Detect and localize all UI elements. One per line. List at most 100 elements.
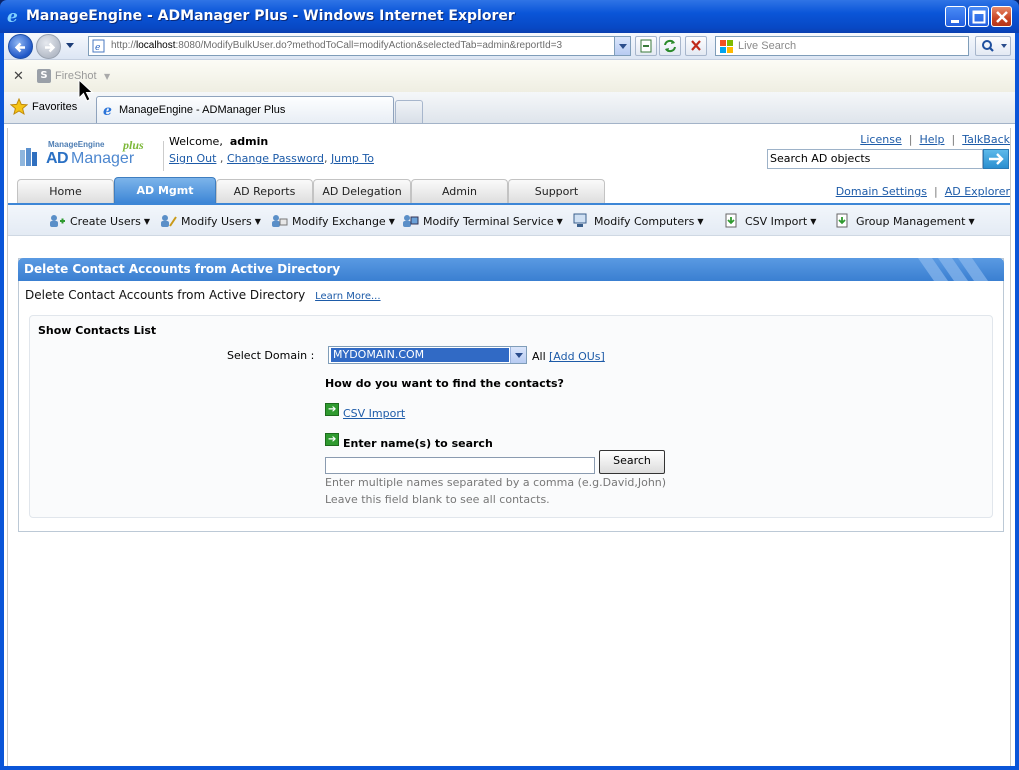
arrow-right-icon [989, 153, 1004, 165]
stop-button[interactable] [685, 36, 707, 56]
ie-logo-icon: e [7, 7, 18, 24]
page-icon: e [92, 39, 105, 53]
help-link[interactable]: Help [919, 133, 944, 146]
chevron-down-icon [619, 44, 627, 49]
favorites-label: Favorites [32, 101, 78, 113]
compatibility-icon [640, 39, 652, 53]
forward-button[interactable] [36, 34, 61, 59]
browser-tab-bar: Favorites e ManageEngine - ADManager Plu… [4, 92, 1015, 124]
ad-explorer-link[interactable]: AD Explorer [945, 185, 1010, 198]
navigation-bar: e http://localhost:8080/ModifyBulkUser.d… [4, 33, 1015, 60]
close-toolbar-icon[interactable]: ✕ [13, 69, 24, 84]
tab-ad-delegation[interactable]: AD Delegation [313, 179, 411, 203]
logo-separator [163, 141, 164, 171]
sign-out-link[interactable]: Sign Out [169, 152, 216, 165]
change-password-link[interactable]: Change Password [227, 152, 324, 165]
logo-mark-icon [20, 148, 37, 166]
window-titlebar: e ManageEngine - ADManager Plus - Window… [0, 0, 1019, 33]
recent-pages-dropdown-icon[interactable] [65, 42, 75, 50]
refresh-icon [664, 39, 676, 53]
domain-select[interactable]: MYDOMAIN.COM [328, 346, 527, 364]
logo-brand: ManageEngine [48, 140, 105, 149]
menu-create-users[interactable]: Create Users ▼ [48, 213, 150, 228]
sub-navigation: Create Users ▼ Modify Users ▼ Modify Excha… [8, 203, 1010, 236]
tab-support[interactable]: Support [508, 179, 605, 203]
mouse-cursor-icon [78, 79, 94, 102]
new-tab-button[interactable] [395, 100, 423, 123]
find-contacts-question: How do you want to find the contacts? [325, 377, 564, 390]
show-contacts-section: Show Contacts List Select Domain : MYDOM… [29, 315, 993, 518]
minimize-button[interactable] [945, 6, 966, 27]
compatibility-view-button[interactable] [635, 36, 657, 56]
contact-name-input[interactable] [325, 457, 595, 474]
add-ous-link[interactable]: [Add OUs] [549, 350, 605, 363]
back-button[interactable] [8, 34, 33, 59]
user-links: Sign Out , Change Password, Jump To [169, 152, 374, 165]
address-dropdown-button[interactable] [614, 37, 630, 55]
live-search-button[interactable] [975, 36, 1011, 56]
license-link[interactable]: License [860, 133, 901, 146]
top-links: License | Help | TalkBack [860, 133, 1010, 146]
menu-csv-import[interactable]: CSV Import ▼ [723, 213, 816, 228]
modify-exchange-icon [272, 215, 288, 227]
live-search-input[interactable]: Live Search [715, 36, 969, 56]
menu-group-management[interactable]: Group Management ▼ [834, 213, 975, 228]
ie-logo-icon: e [103, 103, 112, 117]
window-frame: e http://localhost:8080/ModifyBulkUser.d… [0, 33, 1019, 770]
svg-text:e: e [7, 7, 18, 24]
domain-select-value: MYDOMAIN.COM [331, 348, 509, 362]
menu-modify-terminal-service[interactable]: Modify Terminal Service ▼ [401, 213, 563, 228]
forward-arrow-icon [45, 42, 56, 53]
panel-header: Delete Contact Accounts from Active Dire… [18, 258, 1004, 281]
learn-more-link[interactable]: Learn More... [315, 291, 380, 302]
maximize-button[interactable] [968, 6, 989, 27]
logo-product-ad: AD [46, 150, 69, 167]
refresh-button[interactable] [659, 36, 681, 56]
address-url: http://localhost:8080/ModifyBulkUser.do?… [111, 40, 563, 51]
enter-names-label: Enter name(s) to search [343, 437, 493, 450]
browser-tab-title: ManageEngine - ADManager Plus [119, 104, 286, 116]
menu-modify-computers[interactable]: Modify Computers ▼ [572, 213, 704, 228]
header-decoration-icon [918, 258, 988, 281]
svg-text:e: e [103, 103, 112, 117]
domain-dropdown-button[interactable] [510, 347, 526, 363]
search-hint-blank: Leave this field blank to see all contac… [325, 493, 550, 506]
computers-icon [573, 213, 587, 227]
tab-ad-reports[interactable]: AD Reports [216, 179, 313, 203]
delete-contacts-panel: Delete Contact Accounts from Active Dire… [18, 258, 1004, 532]
chevron-down-icon [515, 353, 523, 358]
talkback-link[interactable]: TalkBack [962, 133, 1010, 146]
domain-links: Domain Settings | AD Explorer [835, 185, 1010, 198]
windows-live-icon [720, 40, 733, 53]
domain-settings-link[interactable]: Domain Settings [836, 185, 927, 198]
svg-text:e: e [95, 43, 100, 53]
csv-import-link[interactable]: CSV Import [343, 407, 405, 420]
live-search-placeholder: Live Search [738, 40, 797, 52]
panel-subtitle: Delete Contact Accounts from Active Dire… [25, 288, 381, 302]
ad-search-go-button[interactable] [983, 149, 1009, 169]
all-label: All [532, 350, 546, 363]
chevron-down-icon[interactable]: ▼ [104, 72, 110, 81]
admanager-logo: ManageEngine AD Manager plus [20, 138, 164, 174]
close-button[interactable] [991, 6, 1012, 27]
modify-users-icon [161, 215, 177, 227]
search-hint-multiple: Enter multiple names separated by a comm… [325, 476, 667, 489]
jump-to-link[interactable]: Jump To [331, 152, 374, 165]
stop-icon [691, 40, 701, 51]
tab-ad-mgmt[interactable]: AD Mgmt [114, 177, 216, 203]
tab-home[interactable]: Home [17, 179, 114, 203]
address-bar[interactable]: e http://localhost:8080/ModifyBulkUser.d… [88, 36, 631, 56]
arrow-right-icon: ➔ [325, 433, 339, 446]
tab-admin[interactable]: Admin [411, 179, 508, 203]
web-page: ManageEngine AD Manager plus Welcome, ad… [4, 125, 1015, 766]
ad-objects-search-input[interactable]: Search AD objects [767, 149, 983, 169]
menu-modify-users[interactable]: Modify Users ▼ [159, 213, 261, 228]
browser-tab-active[interactable]: e ManageEngine - ADManager Plus [96, 96, 394, 123]
username: admin [229, 135, 269, 148]
search-button[interactable]: Search [599, 450, 665, 474]
star-icon [10, 98, 28, 116]
menu-modify-exchange[interactable]: Modify Exchange ▼ [270, 213, 395, 228]
browser-client: e http://localhost:8080/ModifyBulkUser.d… [4, 33, 1015, 766]
section-title: Show Contacts List [38, 324, 157, 337]
terminal-service-icon [403, 215, 419, 227]
